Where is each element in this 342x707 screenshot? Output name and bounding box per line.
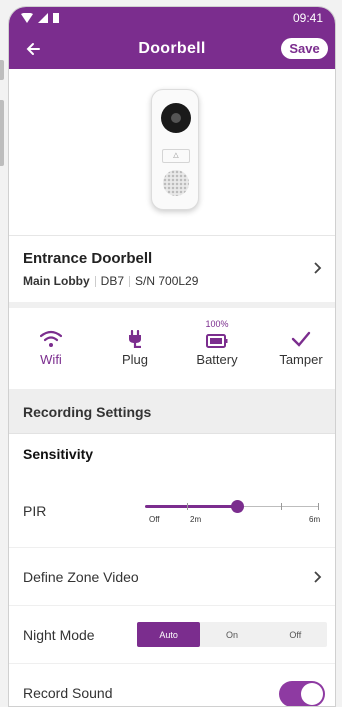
status-label: Tamper [279, 352, 323, 367]
doorbell-image: △ [151, 89, 199, 210]
back-button[interactable] [21, 37, 45, 61]
night-mode-option-on[interactable]: On [200, 622, 263, 647]
device-image-area: △ [9, 69, 335, 236]
device-serial: S/N 700L29 [135, 274, 199, 288]
wifi-signal-icon [21, 13, 33, 23]
status-plug: Plug [107, 330, 163, 367]
pir-row: PIR Off 2m 6m [9, 474, 335, 548]
night-mode-row: Night Mode Auto On Off [9, 606, 335, 664]
battery-status-icon [53, 13, 59, 23]
slider-tick-label: 6m [309, 515, 321, 524]
camera-lens [161, 103, 191, 133]
battery-percent: 100% [205, 319, 229, 329]
pir-slider[interactable]: Off 2m 6m [145, 500, 321, 530]
status-label: Plug [121, 352, 149, 367]
device-details: Main Lobby DB7 S/N 700L29 [23, 274, 321, 288]
night-mode-segmented-control: Auto On Off [137, 622, 327, 647]
status-label: Wifi [40, 352, 62, 367]
slider-tick [318, 503, 319, 510]
slider-tick-label: Off [149, 515, 160, 524]
slider-thumb[interactable] [231, 500, 245, 513]
device-name: Entrance Doorbell [23, 250, 153, 267]
recording-settings-header: Recording Settings [9, 390, 335, 434]
device-info-row[interactable]: Entrance Doorbell Main Lobby DB7 S/N 700… [9, 236, 335, 308]
toggle-knob [301, 683, 323, 705]
separator [94, 275, 96, 287]
sensitivity-heading-row: Sensitivity [9, 434, 335, 474]
device-location: Main Lobby [23, 274, 90, 288]
slider-tick-label: 2m [190, 515, 202, 524]
phone-side-button [0, 100, 4, 166]
define-zone-video-label: Define Zone Video [23, 568, 139, 585]
separator [129, 275, 131, 287]
app-bar: 09:41 Doorbell Save [9, 7, 335, 69]
record-sound-toggle[interactable] [279, 681, 325, 706]
phone-screen: 09:41 Doorbell Save △ Entrance Doorbell … [8, 6, 336, 707]
slider-fill [145, 505, 238, 508]
pir-label: PIR [23, 502, 47, 519]
night-mode-option-off[interactable]: Off [264, 622, 327, 647]
check-icon [291, 331, 311, 347]
device-status-row: Wifi Plug 100% Battery Tamper [9, 308, 335, 390]
night-mode-option-auto[interactable]: Auto [137, 622, 201, 647]
wifi-icon [40, 330, 62, 347]
save-button[interactable]: Save [281, 38, 328, 59]
speaker-grille [163, 170, 189, 196]
arrow-left-icon [26, 43, 40, 55]
define-zone-video-row[interactable]: Define Zone Video [9, 548, 335, 606]
chevron-right-icon [314, 571, 322, 583]
record-sound-label: Record Sound [23, 684, 113, 701]
sensitivity-label: Sensitivity [23, 446, 94, 462]
plug-icon [129, 330, 141, 348]
slider-tick [187, 503, 188, 510]
cell-signal-icon [38, 13, 48, 23]
device-model: DB7 [100, 274, 125, 288]
night-mode-label: Night Mode [23, 626, 95, 643]
slider-tick [281, 503, 282, 510]
status-bar: 09:41 [9, 7, 335, 29]
title-bar: Doorbell Save [9, 29, 335, 69]
status-tamper: Tamper [271, 330, 331, 367]
status-battery: 100% Battery [189, 319, 245, 367]
record-sound-row: Record Sound [9, 664, 335, 706]
status-wifi: Wifi [23, 330, 79, 367]
battery-icon [206, 334, 228, 348]
doorbell-button-graphic: △ [162, 149, 190, 163]
recording-settings-list: Sensitivity PIR Off 2m 6m Define Zone Vi… [9, 434, 335, 706]
chevron-right-icon [314, 262, 322, 274]
phone-side-button [0, 60, 4, 80]
status-label: Battery [196, 352, 238, 367]
status-time: 09:41 [292, 11, 323, 25]
